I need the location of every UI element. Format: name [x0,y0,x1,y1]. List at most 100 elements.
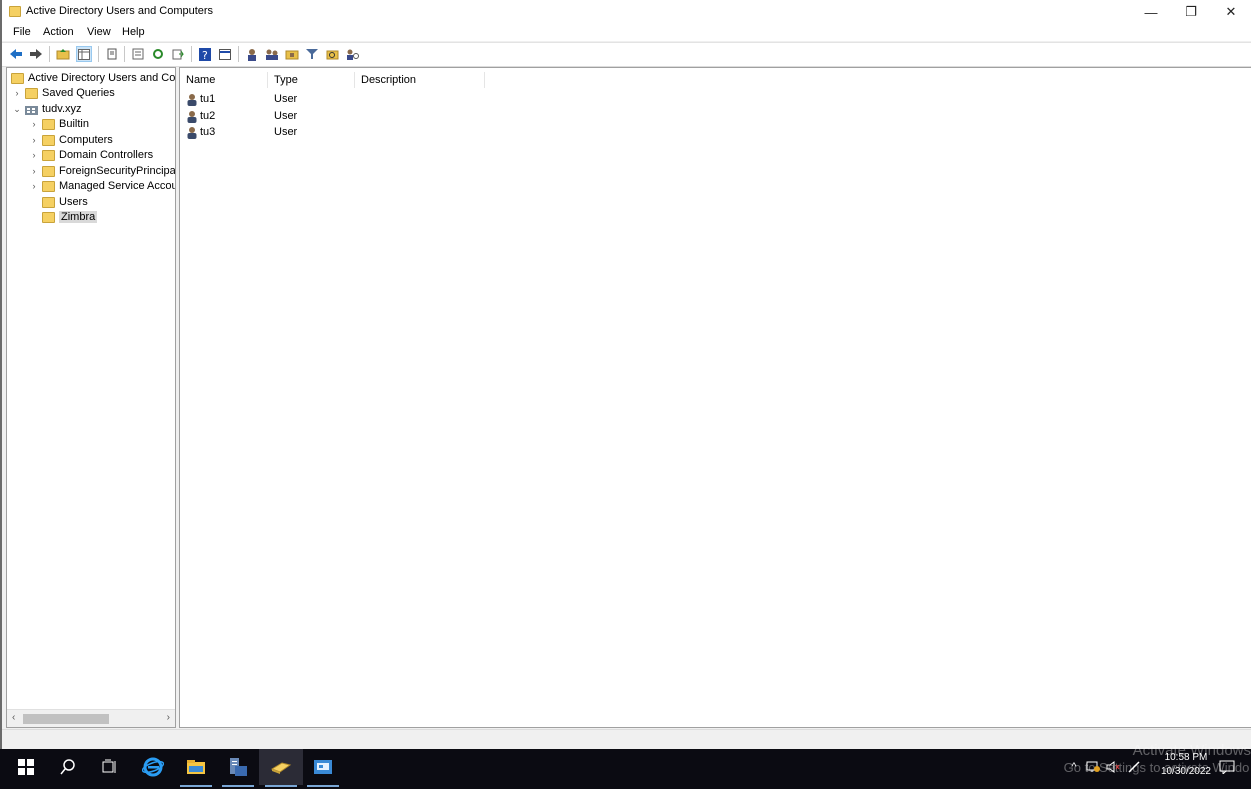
toolbar-separator [124,46,125,62]
taskbar-aduc[interactable] [259,749,303,787]
remote-desktop-icon [314,760,332,774]
title-bar[interactable]: Active Directory Users and Computers — ❐… [2,0,1251,24]
up-folder-icon[interactable] [55,46,71,62]
task-view-button[interactable] [88,749,132,785]
tree-label: tudv.xyz [42,103,82,115]
export-list-icon[interactable] [130,46,146,62]
app-window: Active Directory Users and Computers — ❐… [0,0,1251,750]
tree-item-domain[interactable]: ⌄ tudv.xyz [12,101,82,117]
export-icon[interactable] [170,46,186,62]
aduc-app-icon [9,6,21,17]
close-icon: ✕ [1225,4,1237,19]
toolbar-separator [238,46,239,62]
console-view-icon[interactable] [217,46,233,62]
tree-item-managed-service-accounts[interactable]: › Managed Service Accour [29,178,176,194]
tree-item-root[interactable]: Active Directory Users and Com [11,70,176,86]
list-item[interactable]: tu3 User [186,124,386,140]
tree-item-domain-controllers[interactable]: › Domain Controllers [29,147,154,163]
pen-icon[interactable] [1123,761,1145,773]
tree-item-builtin[interactable]: › Builtin [29,116,89,132]
tree-item-users[interactable]: Users [42,194,88,210]
chevron-right-icon[interactable]: › [29,135,39,145]
item-name: tu3 [200,126,216,138]
folder-icon [25,87,38,99]
ou-folder-icon [42,211,55,223]
folder-icon [42,134,55,146]
tree-item-saved-queries[interactable]: › Saved Queries [12,85,115,101]
delegate-control-icon[interactable] [344,46,360,62]
tree-item-zimbra[interactable]: Zimbra [42,209,98,225]
clock[interactable]: 10:58 PM 10/30/2022 [1161,751,1211,779]
speaker-muted-icon[interactable] [1103,761,1123,773]
list-item[interactable]: tu2 User [186,108,386,124]
taskbar-internet-explorer[interactable] [131,749,175,785]
search-button[interactable] [46,749,90,785]
column-header-type[interactable]: Type [268,72,355,88]
back-arrow-icon[interactable] [8,46,24,62]
forward-arrow-icon[interactable] [28,46,44,62]
console-tree[interactable]: Active Directory Users and Com › Saved Q… [6,67,176,728]
column-header-description[interactable]: Description [355,72,485,88]
menu-action[interactable]: Action [43,26,74,38]
column-header-name[interactable]: Name [180,72,268,88]
svg-text:?: ? [202,49,208,61]
tree-label: ForeignSecurityPrincipals [59,165,176,177]
folder-icon [42,118,55,130]
network-icon[interactable] [1083,761,1103,773]
help-icon[interactable]: ? [197,46,213,62]
item-name: tu1 [200,93,216,105]
restore-button[interactable]: ❐ [1171,0,1211,24]
new-user-icon[interactable] [244,46,260,62]
tree-item-computers[interactable]: › Computers [29,132,113,148]
menu-bar: File Action View Help [2,24,1251,41]
chevron-right-icon[interactable]: › [29,150,39,160]
item-type: User [274,93,298,105]
start-button[interactable] [4,749,48,785]
tree-label: Domain Controllers [59,149,154,161]
refresh-icon[interactable] [150,46,166,62]
tree-label: Zimbra [59,211,98,223]
taskbar: Activate Windows Go to Settings to activ… [0,742,1251,789]
notification-icon [1219,760,1235,774]
tree-label: Saved Queries [42,87,115,99]
menu-file[interactable]: File [13,26,31,38]
horizontal-scrollbar[interactable]: ‹ › [7,709,175,727]
scrollbar-thumb[interactable] [23,714,109,724]
properties-icon[interactable] [104,46,120,62]
minimize-button[interactable]: — [1131,0,1171,24]
taskbar-file-explorer[interactable] [174,749,218,787]
action-center-button[interactable] [1207,749,1247,785]
show-console-tree-icon[interactable] [76,46,92,62]
user-icon [187,110,197,123]
search-icon [60,759,75,775]
taskbar-server-manager[interactable] [216,749,260,787]
chevron-down-icon[interactable]: ⌄ [12,104,22,115]
scroll-left-icon[interactable]: ‹ [12,712,15,723]
toolbar-separator [49,46,50,62]
taskbar-remote-app[interactable] [301,749,345,787]
list-item[interactable]: tu1 User [186,91,386,107]
chevron-right-icon[interactable]: › [12,88,22,98]
details-pane[interactable]: Name Type Description tu1 User tu2 User … [179,67,1251,728]
chevron-right-icon[interactable]: › [29,119,39,129]
menu-view[interactable]: View [87,26,111,38]
item-type: User [274,126,298,138]
filter-icon[interactable] [304,46,320,62]
new-group-icon[interactable] [264,46,280,62]
window-title: Active Directory Users and Computers [26,5,214,17]
clock-date: 10/30/2022 [1160,766,1211,777]
tree-label: Active Directory Users and Com [28,72,176,84]
tree-label: Builtin [59,118,89,130]
close-button[interactable]: ✕ [1211,0,1251,24]
tree-label: Managed Service Accour [59,180,176,192]
scroll-right-icon[interactable]: › [167,712,170,723]
chevron-up-icon[interactable]: ^ [1065,761,1083,773]
new-ou-icon[interactable] [284,46,300,62]
menu-help[interactable]: Help [122,26,145,38]
restore-icon: ❐ [1185,4,1197,19]
system-tray: ^ [1065,749,1145,785]
chevron-right-icon[interactable]: › [29,166,39,176]
chevron-right-icon[interactable]: › [29,181,39,191]
find-icon[interactable] [324,46,340,62]
tree-item-foreign-security-principals[interactable]: › ForeignSecurityPrincipals [29,163,176,179]
